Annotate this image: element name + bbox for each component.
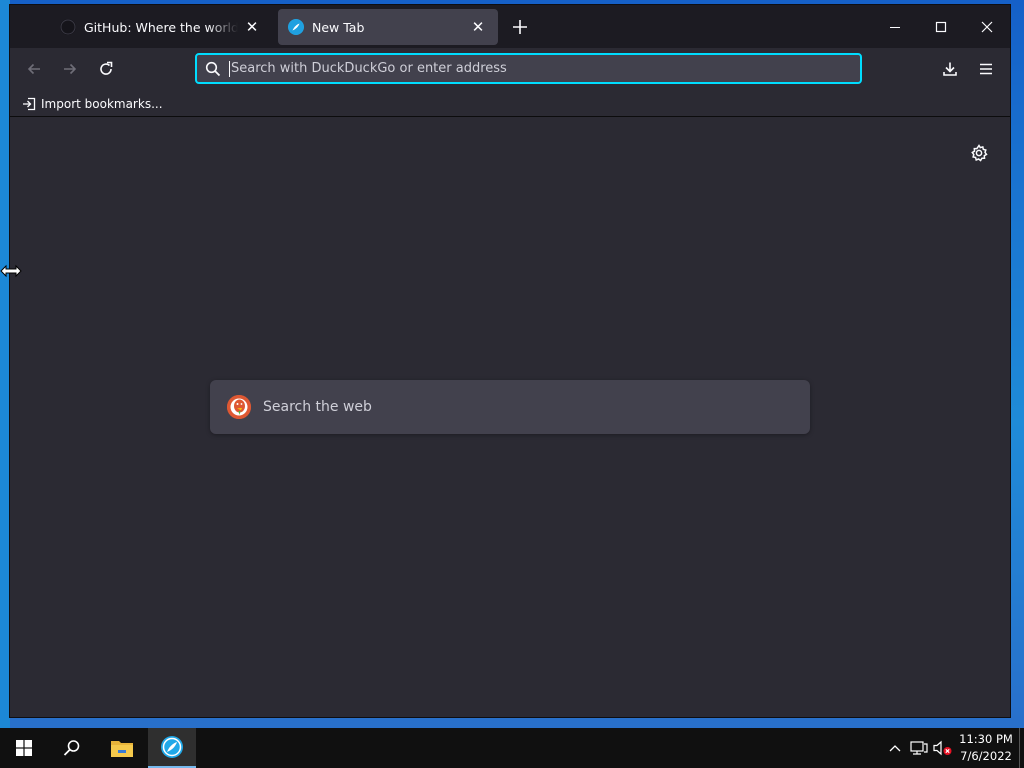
new-tab-button[interactable] <box>508 15 532 39</box>
github-icon <box>60 19 76 35</box>
reload-button[interactable] <box>92 55 120 83</box>
close-tab-icon[interactable]: ✕ <box>468 17 488 37</box>
plus-icon <box>513 20 527 34</box>
windows-start-icon <box>16 740 32 756</box>
address-input[interactable] <box>231 61 821 76</box>
volume-muted-icon <box>933 740 952 756</box>
network-button[interactable] <box>907 728 931 768</box>
tab-github[interactable]: GitHub: Where the world builds software … <box>50 9 272 45</box>
bookmarks-toolbar: Import bookmarks... <box>10 90 1010 117</box>
downloads-button[interactable] <box>936 55 964 83</box>
minimize-button[interactable] <box>872 5 918 48</box>
web-search-input[interactable] <box>263 399 783 415</box>
download-icon <box>943 62 957 76</box>
minimize-icon <box>890 26 900 28</box>
duckduckgo-icon <box>227 395 251 419</box>
browser-taskbar-button[interactable] <box>148 728 196 768</box>
gear-icon <box>971 144 988 162</box>
import-bookmarks-label: Import bookmarks... <box>41 97 163 111</box>
browser-logo-icon <box>288 19 304 35</box>
import-bookmarks-button[interactable]: Import bookmarks... <box>22 94 163 114</box>
taskbar: 11:30 PM 7/6/2022 <box>0 728 1024 768</box>
app-menu-button[interactable] <box>972 55 1000 83</box>
clock-time: 11:30 PM <box>959 732 1013 746</box>
clock-date: 7/6/2022 <box>960 749 1012 763</box>
navigation-toolbar <box>10 48 1010 90</box>
taskbar-search-button[interactable] <box>48 728 96 768</box>
close-tab-icon[interactable]: ✕ <box>242 17 262 37</box>
maximize-button[interactable] <box>918 5 964 48</box>
address-bar[interactable] <box>195 53 862 84</box>
search-icon <box>205 61 221 76</box>
forward-arrow-icon <box>64 63 77 75</box>
show-hidden-icons-button[interactable] <box>884 728 906 768</box>
import-icon <box>22 97 36 111</box>
file-explorer-icon <box>111 741 133 757</box>
tab-title: New Tab <box>312 19 365 35</box>
text-caret <box>229 60 230 77</box>
show-desktop-button[interactable] <box>1019 728 1020 768</box>
taskbar-clock[interactable]: 11:30 PM 7/6/2022 <box>958 731 1014 765</box>
file-explorer-button[interactable] <box>98 728 146 768</box>
start-button[interactable] <box>0 728 48 768</box>
close-window-button[interactable] <box>964 5 1010 48</box>
close-icon <box>981 21 993 32</box>
search-icon <box>63 740 80 756</box>
resize-cursor-icon <box>0 264 22 278</box>
maximize-icon <box>935 21 947 32</box>
tab-title: GitHub: Where the world builds software … <box>84 19 238 35</box>
back-button[interactable] <box>20 55 48 83</box>
forward-button[interactable] <box>56 55 84 83</box>
network-icon <box>910 741 928 755</box>
tab-new-tab[interactable]: New Tab ✕ <box>278 9 498 45</box>
chevron-up-icon <box>889 745 901 752</box>
new-tab-page <box>10 118 1010 717</box>
browser-window: GitHub: Where the world builds software … <box>9 4 1011 718</box>
volume-button[interactable] <box>932 728 954 768</box>
settings-button[interactable] <box>967 141 991 165</box>
reload-icon <box>100 61 113 75</box>
tab-strip: GitHub: Where the world builds software … <box>10 5 1010 48</box>
browser-icon <box>161 736 183 758</box>
hamburger-menu-icon <box>980 63 992 75</box>
back-arrow-icon <box>27 63 40 75</box>
web-search-box[interactable] <box>210 380 810 434</box>
